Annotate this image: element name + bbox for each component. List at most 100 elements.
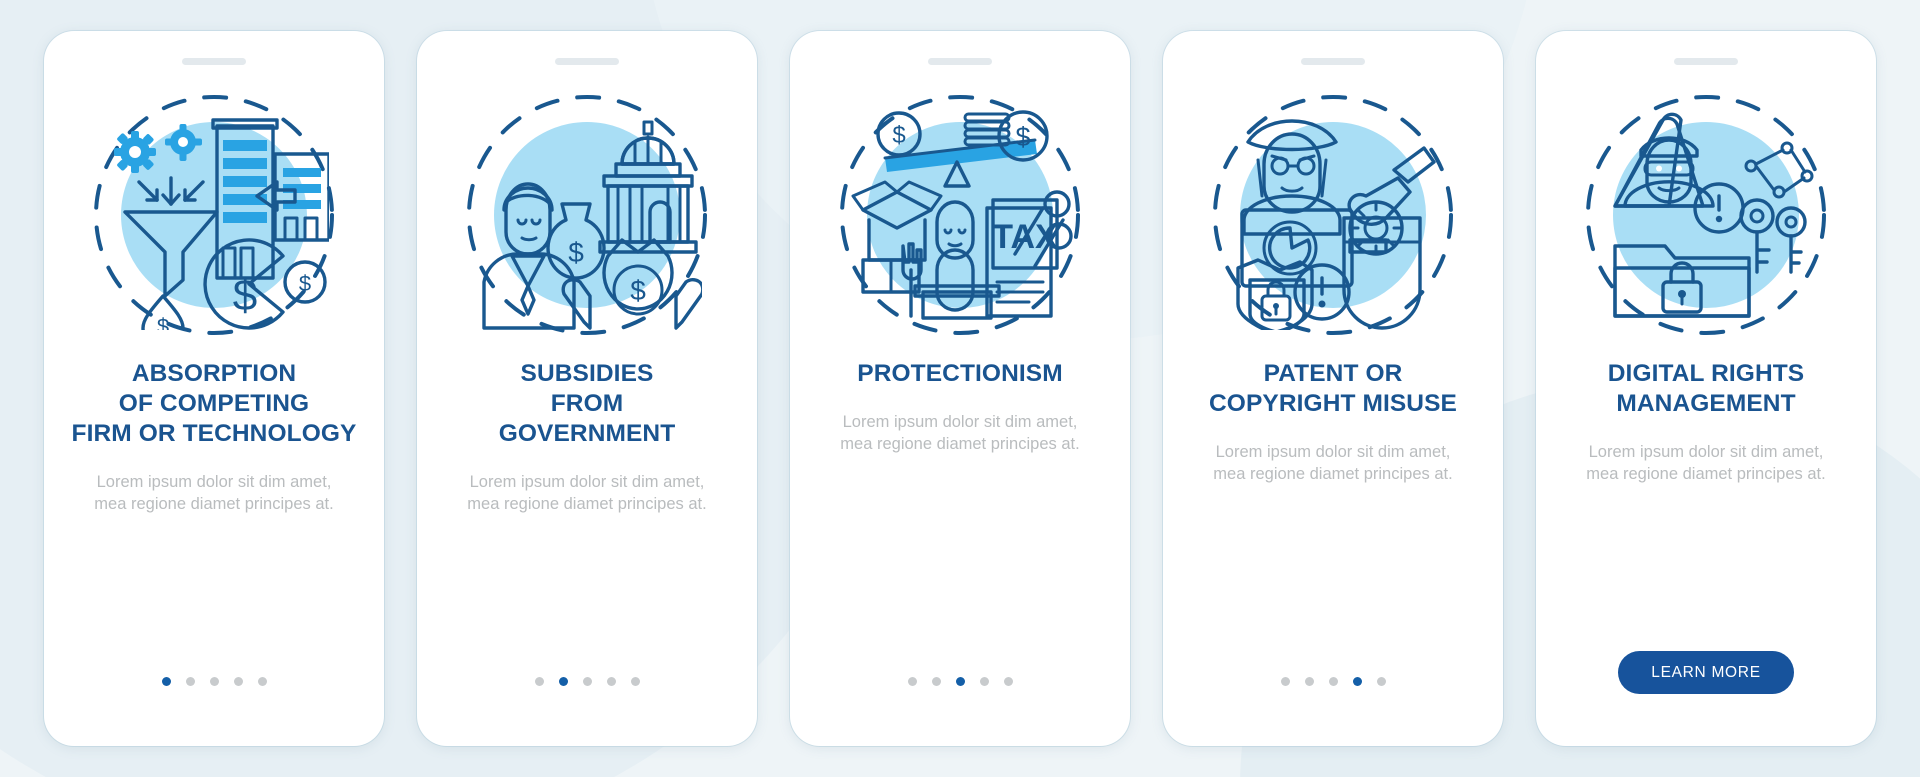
pagination-dot-5[interactable] [1003, 677, 1013, 686]
phone-speaker-grille [555, 58, 619, 65]
capitol-building-icon [598, 120, 698, 254]
building-icon [211, 118, 279, 280]
screen-title: SUBSIDIES FROM GOVERNMENT [437, 359, 737, 449]
title-line: SUBSIDIES [520, 360, 654, 387]
onboarding-screens-container: $ $ $ ABSORPTION OF COMPETING FIRM OR TE… [0, 0, 1920, 777]
onboarding-screen-drm: DIGITAL RIGHTS MANAGEMENT Lorem ipsum do… [1536, 31, 1876, 746]
svg-text:$: $ [1015, 122, 1030, 152]
businessman-icon [482, 182, 576, 330]
pagination-dot-5[interactable] [257, 677, 267, 686]
tax-scales-icon: $ $ TAX [851, 110, 1073, 320]
pagination-dot-3[interactable] [1328, 677, 1338, 686]
screen-description: Lorem ipsum dolor sit dim amet, mea regi… [840, 412, 1080, 454]
pagination-dot-1[interactable] [534, 677, 544, 686]
arrows-down-icon [137, 176, 205, 206]
government-subsidy-icon: $ $ [482, 120, 702, 330]
title-line: COPYRIGHT MISUSE [1209, 389, 1457, 417]
pagination-dot-4[interactable] [606, 677, 616, 686]
illustration-subsidies: $ $ [463, 91, 711, 339]
drm-thief-icon [1613, 112, 1814, 318]
pagination-dot-1[interactable] [161, 677, 171, 686]
gear-icon [114, 131, 156, 173]
title-line: DIGITAL RIGHTS [1607, 360, 1805, 387]
title-line: ABSORPTION [131, 360, 297, 387]
learn-more-button[interactable]: LEARN MORE [1618, 651, 1794, 694]
svg-text:$: $ [630, 275, 646, 306]
pagination-dot-5[interactable] [1376, 677, 1386, 686]
illustration-absorption: $ $ $ [90, 91, 338, 339]
small-building-icon [273, 152, 329, 242]
pagination-dots[interactable] [534, 677, 640, 686]
money-drop-icon: $ [141, 294, 185, 330]
screen-title: PROTECTIONISM [810, 359, 1110, 389]
phone-speaker-grille [1301, 58, 1365, 65]
illustration-drm [1582, 91, 1830, 339]
warning-icon [1693, 182, 1745, 234]
pagination-dot-2[interactable] [1304, 677, 1314, 686]
pagination-dot-2[interactable] [558, 677, 568, 686]
screen-description: Lorem ipsum dolor sit dim amet, mea regi… [1586, 442, 1826, 484]
pirate-icon [1242, 119, 1342, 236]
screen-title: ABSORPTION OF COMPETING FIRM OR TECHNOLO… [64, 359, 364, 449]
pagination-dot-5[interactable] [630, 677, 640, 686]
money-bag-icon: $ [546, 202, 606, 280]
key-icon [1775, 206, 1807, 274]
speaker-podium-icon [901, 200, 1001, 320]
screen-title: PATENT OR COPYRIGHT MISUSE [1183, 359, 1483, 419]
title-line: PROTECTIONISM [857, 360, 1063, 387]
phone-speaker-grille [928, 58, 992, 65]
pagination-dot-3[interactable] [955, 677, 965, 686]
dollar-coin-icon: $ [876, 111, 922, 157]
title-line: FROM [550, 389, 624, 417]
absorption-icon: $ $ $ [114, 118, 329, 330]
svg-text:$: $ [892, 122, 905, 149]
title-line: OF COMPETING [118, 389, 310, 417]
onboarding-screen-patent-misuse: PATENT OR COPYRIGHT MISUSE Lorem ipsum d… [1163, 31, 1503, 746]
pagination-dot-3[interactable] [582, 677, 592, 686]
dollar-coin-icon: $ [283, 260, 327, 304]
folder-lock-icon [1613, 244, 1751, 318]
pagination-dot-4[interactable] [979, 677, 989, 686]
balance-scale-icon [883, 138, 1037, 188]
onboarding-screen-protectionism: $ $ TAX PROTECTIONISM Lorem ipsum dolor … [790, 31, 1130, 746]
key-icon [1739, 198, 1775, 274]
money-bag-large-icon: $ [602, 238, 674, 316]
circuit-icon [1744, 141, 1814, 199]
open-box-icon [851, 180, 943, 262]
pagination-dot-1[interactable] [1280, 677, 1290, 686]
pagination-dots[interactable] [907, 677, 1013, 686]
svg-text:$: $ [568, 237, 584, 268]
title-line: GOVERNMENT [498, 419, 676, 447]
onboarding-screen-absorption: $ $ $ ABSORPTION OF COMPETING FIRM OR TE… [44, 31, 384, 746]
svg-text:$: $ [157, 314, 169, 330]
warning-triangle-thief-icon [1613, 112, 1715, 208]
pirate-laptop-icon [1236, 119, 1436, 330]
title-line: PATENT OR [1263, 360, 1403, 387]
illustration-patent-misuse [1209, 91, 1457, 339]
illustration-protectionism: $ $ TAX [836, 91, 1084, 339]
coin-stack-icon [963, 112, 1011, 147]
screen-description: Lorem ipsum dolor sit dim amet, mea regi… [94, 472, 334, 514]
pagination-dot-2[interactable] [185, 677, 195, 686]
svg-text:$: $ [233, 271, 257, 320]
pagination-dot-4[interactable] [233, 677, 243, 686]
laptop-icon [1240, 208, 1354, 288]
screen-description: Lorem ipsum dolor sit dim amet, mea regi… [467, 472, 707, 514]
pagination-dot-3[interactable] [209, 677, 219, 686]
pagination-dots[interactable] [1280, 677, 1386, 686]
hand-stealing-gear-icon [1342, 146, 1436, 330]
funnel-icon [123, 210, 219, 298]
phone-speaker-grille [1674, 58, 1738, 65]
pagination-dot-1[interactable] [907, 677, 917, 686]
tax-document-icon: TAX [985, 198, 1059, 318]
phone-speaker-grille [182, 58, 246, 65]
gear-icon [165, 124, 202, 161]
pagination-dot-2[interactable] [931, 677, 941, 686]
title-line: MANAGEMENT [1616, 389, 1796, 417]
svg-text:$: $ [299, 271, 311, 296]
pagination-dots[interactable] [161, 677, 267, 686]
onboarding-screen-subsidies: $ $ SUBSIDIES FROM GOVERNMENT Lorem ipsu… [417, 31, 757, 746]
title-line: FIRM OR TECHNOLOGY [71, 419, 357, 447]
pagination-dot-4[interactable] [1352, 677, 1362, 686]
screen-title: DIGITAL RIGHTS MANAGEMENT [1556, 359, 1856, 419]
